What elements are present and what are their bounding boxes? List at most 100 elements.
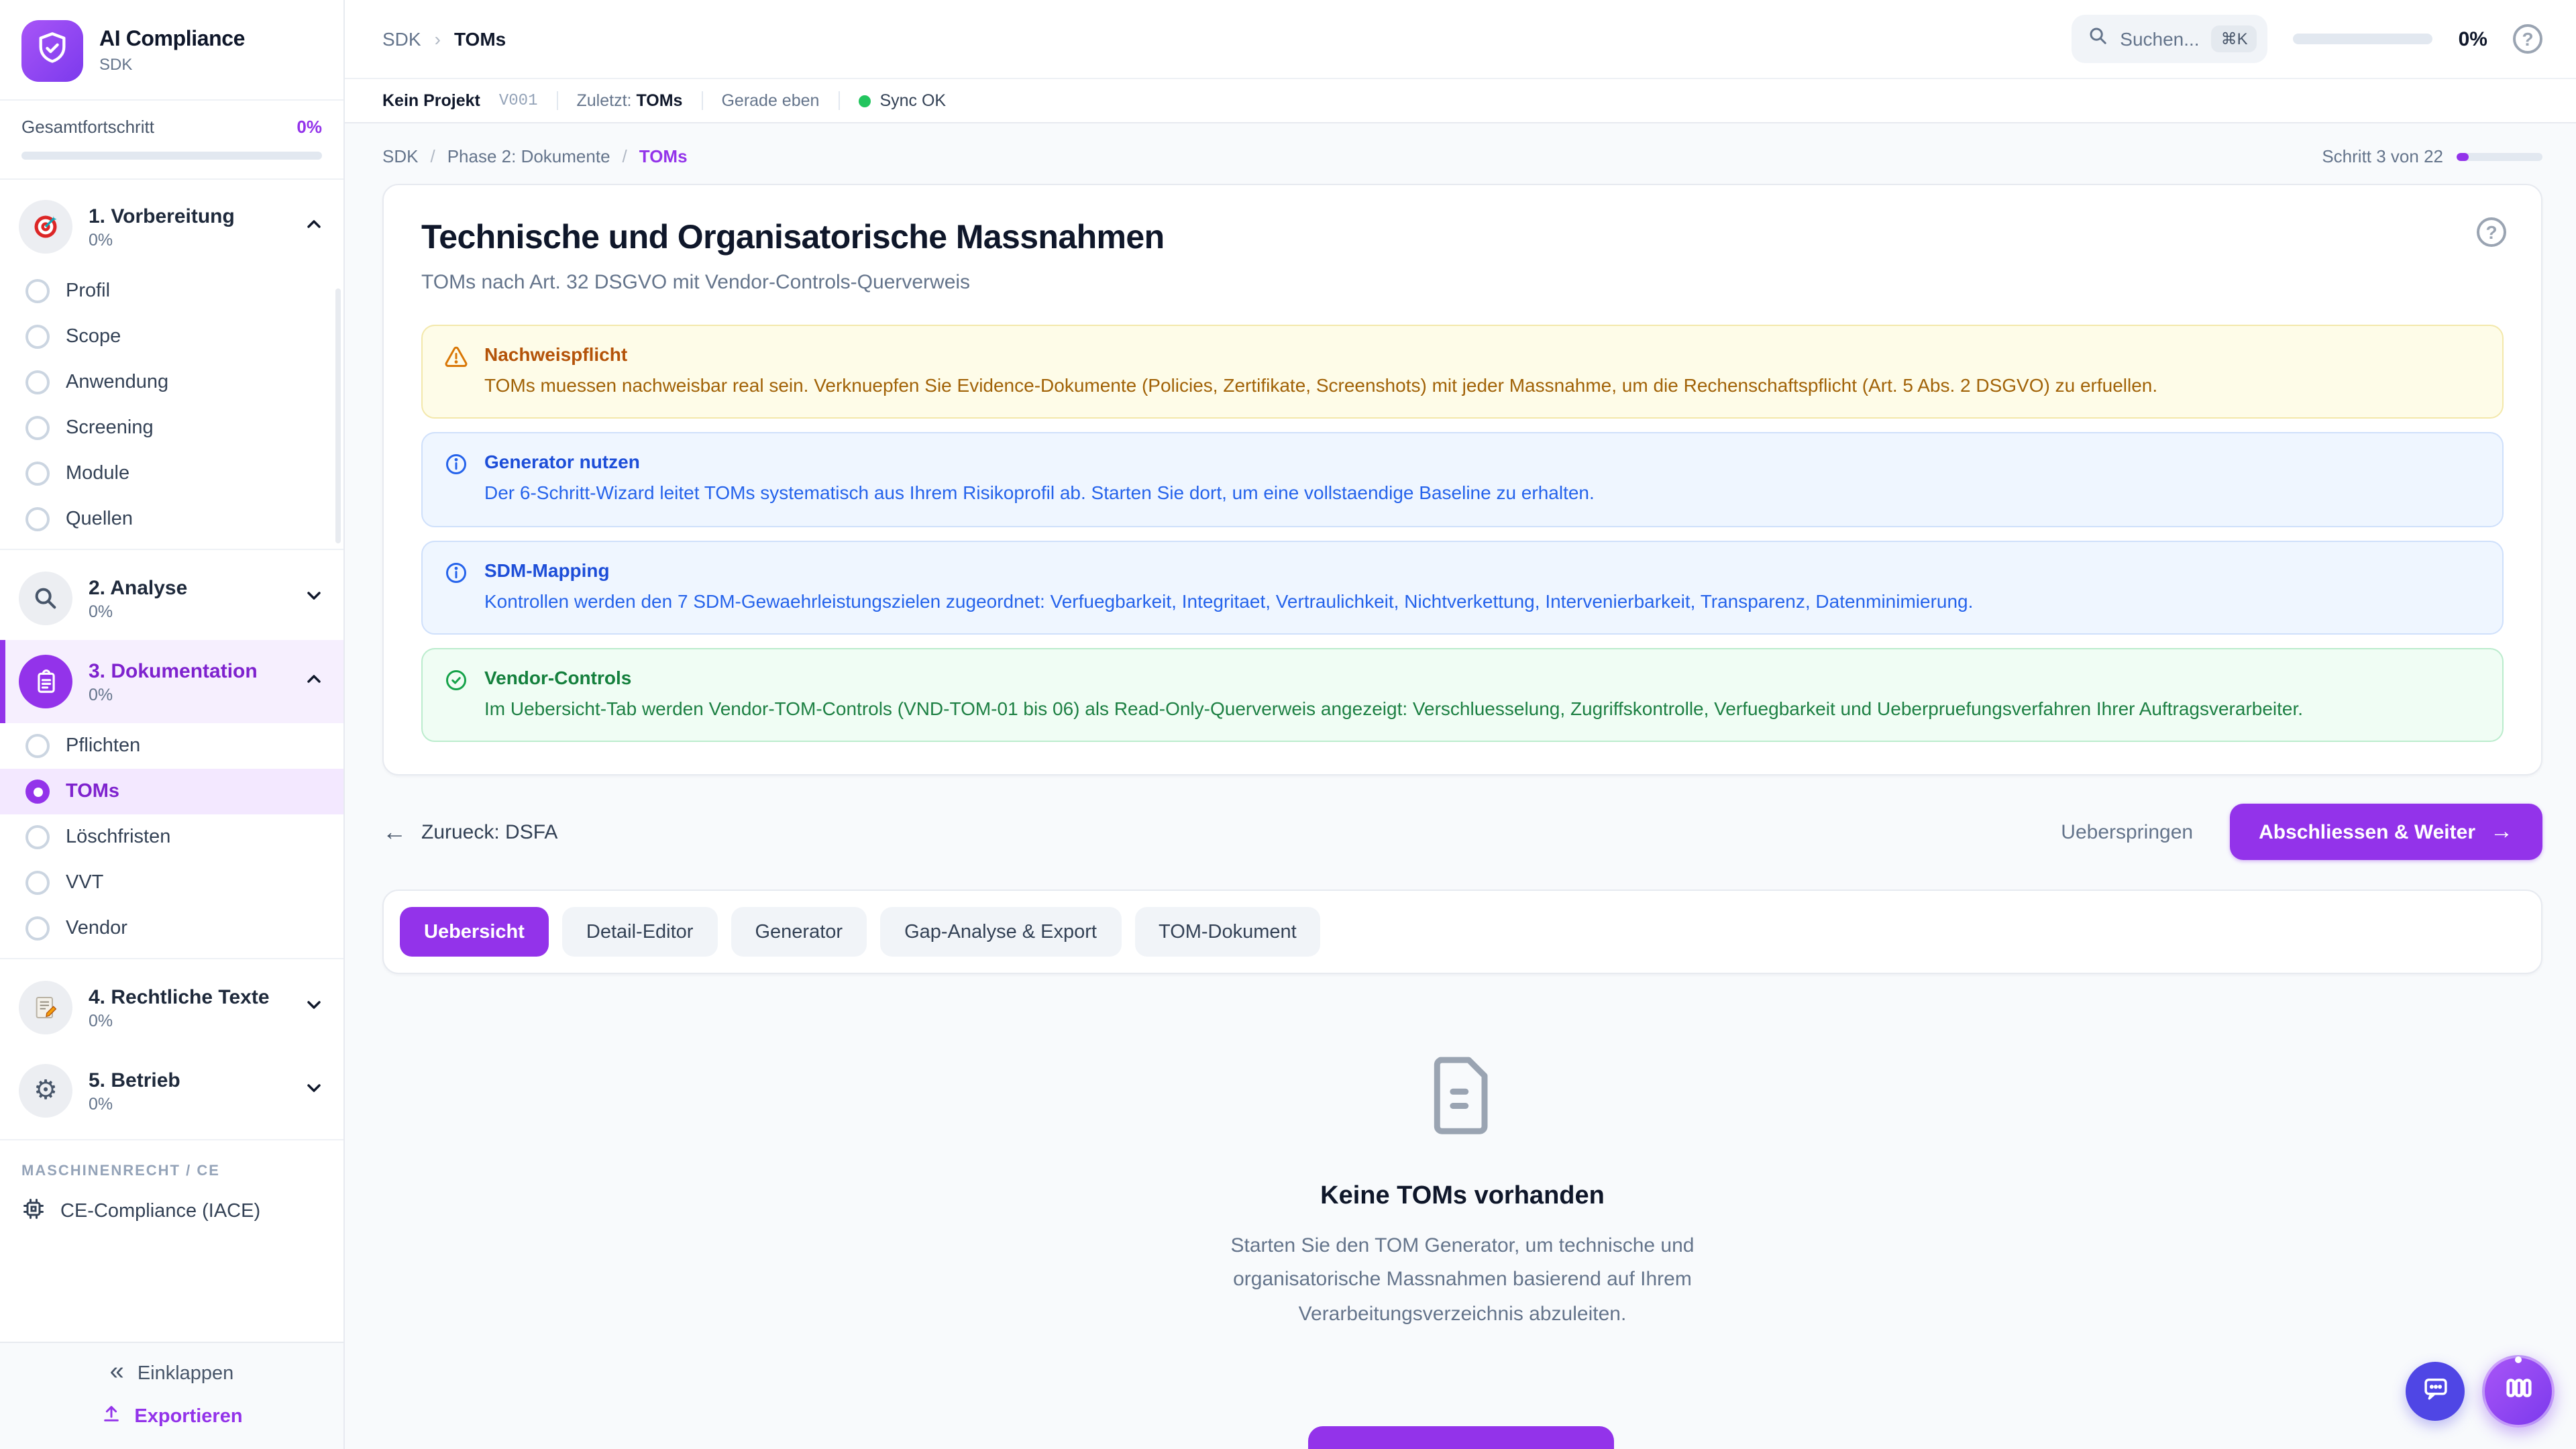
target-icon bbox=[19, 200, 72, 254]
chevron-down-icon bbox=[303, 994, 325, 1022]
search-input[interactable]: Suchen... ⌘K bbox=[2072, 15, 2267, 63]
sidebar-item-anwendung[interactable]: Anwendung bbox=[0, 360, 343, 405]
chat-button[interactable] bbox=[2406, 1362, 2465, 1421]
sidebar-section-analyse[interactable]: 2. Analyse 0% bbox=[0, 557, 343, 640]
sidebar-item-loeschfristen[interactable]: Löschfristen bbox=[0, 814, 343, 860]
sidebar-section-rechtliche-texte[interactable]: 4. Rechtliche Texte 0% bbox=[0, 966, 343, 1049]
alert-vendor-controls: Vendor-Controls Im Uebersicht-Tab werden… bbox=[421, 648, 2504, 743]
breadcrumb-current: TOMs bbox=[454, 28, 506, 50]
alert-title: Vendor-Controls bbox=[484, 667, 2303, 688]
alert-title: Nachweispflicht bbox=[484, 343, 2157, 365]
breadcrumb-part[interactable]: Phase 2: Dokumente bbox=[447, 146, 610, 166]
top-bar: SDK › TOMs Suchen... ⌘K 0% ? bbox=[345, 0, 2576, 79]
sync-status-icon bbox=[858, 95, 870, 107]
tab-tom-dokument[interactable]: TOM-Dokument bbox=[1134, 907, 1321, 957]
sidebar-item-module[interactable]: Module bbox=[0, 451, 343, 496]
sidebar-item-label: VVT bbox=[66, 872, 103, 894]
search-icon bbox=[2088, 25, 2108, 52]
arrow-left-icon: ← bbox=[382, 818, 407, 846]
complete-continue-button[interactable]: Abschliessen & Weiter → bbox=[2229, 804, 2542, 860]
sidebar-header: AI Compliance SDK bbox=[0, 0, 343, 101]
sidebar-item-pflichten[interactable]: Pflichten bbox=[0, 723, 343, 769]
content-area: SDK / Phase 2: Dokumente / TOMs Schritt … bbox=[345, 123, 2576, 1449]
alert-text: Der 6-Schritt-Wizard leitet TOMs systema… bbox=[484, 480, 1595, 507]
header-progress-value: 0% bbox=[2459, 28, 2487, 50]
page-title: Technische und Organisatorische Massnahm… bbox=[421, 219, 2504, 258]
section-title: 3. Dokumentation bbox=[89, 659, 287, 682]
export-button[interactable]: Exportieren bbox=[0, 1403, 343, 1430]
search-placeholder: Suchen... bbox=[2120, 28, 2199, 50]
tab-uebersicht[interactable]: Uebersicht bbox=[400, 907, 549, 957]
sidebar-item-label: Quellen bbox=[66, 508, 133, 530]
tab-gap-analyse-export[interactable]: Gap-Analyse & Export bbox=[880, 907, 1121, 957]
app-subtitle: SDK bbox=[99, 55, 245, 74]
help-icon[interactable]: ? bbox=[2513, 24, 2542, 54]
sidebar-item-label: Pflichten bbox=[66, 735, 140, 757]
sidebar-item-toms[interactable]: TOMs bbox=[0, 769, 343, 814]
section-percent: 0% bbox=[89, 1094, 287, 1113]
sidebar-item-ce-compliance[interactable]: CE-Compliance (IACE) bbox=[0, 1185, 343, 1244]
status-bar: Kein Projekt V001 Zuletzt: TOMs Gerade e… bbox=[345, 79, 2576, 123]
radio-selected-icon bbox=[25, 780, 50, 804]
chevron-down-icon bbox=[303, 584, 325, 612]
radio-icon bbox=[25, 825, 50, 849]
sidebar-section-betrieb[interactable]: ⚙ 5. Betrieb 0% bbox=[0, 1049, 343, 1132]
radio-icon bbox=[25, 325, 50, 349]
header-progress-bar bbox=[2294, 34, 2433, 44]
sidebar-scrollbar[interactable] bbox=[335, 288, 341, 543]
sidebar-item-vendor[interactable]: Vendor bbox=[0, 906, 343, 951]
sidebar-item-scope[interactable]: Scope bbox=[0, 314, 343, 360]
keyboard-shortcut-badge: ⌘K bbox=[2212, 25, 2257, 52]
tab-detail-editor[interactable]: Detail-Editor bbox=[562, 907, 718, 957]
divider bbox=[0, 1139, 343, 1140]
tab-generator[interactable]: Generator bbox=[731, 907, 867, 957]
chevron-right-icon: › bbox=[435, 28, 441, 50]
check-circle-icon bbox=[444, 668, 468, 722]
cpu-icon bbox=[21, 1197, 46, 1226]
board-columns-button[interactable] bbox=[2482, 1355, 2555, 1428]
section-percent: 0% bbox=[89, 1011, 287, 1030]
sidebar-item-vvt[interactable]: VVT bbox=[0, 860, 343, 906]
divider bbox=[0, 958, 343, 959]
sidebar-item-label: Scope bbox=[66, 326, 121, 347]
radio-icon bbox=[25, 279, 50, 303]
sidebar-item-profil[interactable]: Profil bbox=[0, 268, 343, 314]
floating-buttons bbox=[2406, 1355, 2555, 1428]
sidebar-item-label: Module bbox=[66, 463, 129, 484]
chevron-down-icon bbox=[303, 1077, 325, 1105]
version-badge: V001 bbox=[499, 91, 538, 110]
machine-section-label: MASCHINENRECHT / CE bbox=[0, 1147, 343, 1185]
overall-progress: Gesamtfortschritt 0% bbox=[0, 101, 343, 180]
back-button[interactable]: ← Zurueck: DSFA bbox=[382, 818, 557, 846]
alert-generator-nutzen: Generator nutzen Der 6-Schritt-Wizard le… bbox=[421, 433, 2504, 527]
gear-icon: ⚙ bbox=[19, 1064, 72, 1118]
memo-icon bbox=[19, 981, 72, 1034]
radio-icon bbox=[25, 734, 50, 758]
skip-button[interactable]: Ueberspringen bbox=[2061, 820, 2193, 843]
radio-icon bbox=[25, 871, 50, 895]
breadcrumb-part[interactable]: SDK bbox=[382, 146, 418, 166]
sidebar-section-dokumentation[interactable]: 3. Dokumentation 0% bbox=[0, 640, 343, 723]
warning-icon bbox=[444, 345, 468, 399]
overall-progress-label: Gesamtfortschritt bbox=[21, 117, 154, 137]
step-indicator: Schritt 3 von 22 bbox=[2322, 146, 2542, 166]
wizard-nav-row: ← Zurueck: DSFA Ueberspringen Abschliess… bbox=[382, 804, 2542, 860]
help-icon[interactable]: ? bbox=[2477, 217, 2506, 247]
breadcrumb: SDK › TOMs bbox=[382, 28, 506, 50]
breadcrumb-current: TOMs bbox=[639, 146, 688, 166]
sidebar-item-quellen[interactable]: Quellen bbox=[0, 496, 343, 542]
alert-sdm-mapping: SDM-Mapping Kontrollen werden den 7 SDM-… bbox=[421, 540, 2504, 635]
last-value: TOMs bbox=[636, 91, 682, 110]
sidebar-item-screening[interactable]: Screening bbox=[0, 405, 343, 451]
collapse-sidebar-button[interactable]: « Einklappen bbox=[0, 1360, 343, 1386]
empty-state-title: Keine TOMs vorhanden bbox=[1320, 1182, 1605, 1212]
section-percent: 0% bbox=[89, 230, 287, 249]
breadcrumb-root[interactable]: SDK bbox=[382, 28, 421, 50]
clipboard-icon bbox=[19, 655, 72, 708]
chevron-up-icon bbox=[303, 213, 325, 241]
start-generator-button[interactable] bbox=[1307, 1426, 1613, 1449]
section-title: 4. Rechtliche Texte bbox=[89, 985, 287, 1008]
chevron-up-icon bbox=[303, 667, 325, 696]
page-breadcrumb: SDK / Phase 2: Dokumente / TOMs bbox=[382, 146, 688, 166]
sidebar-section-vorbereitung[interactable]: 1. Vorbereitung 0% bbox=[0, 185, 343, 268]
